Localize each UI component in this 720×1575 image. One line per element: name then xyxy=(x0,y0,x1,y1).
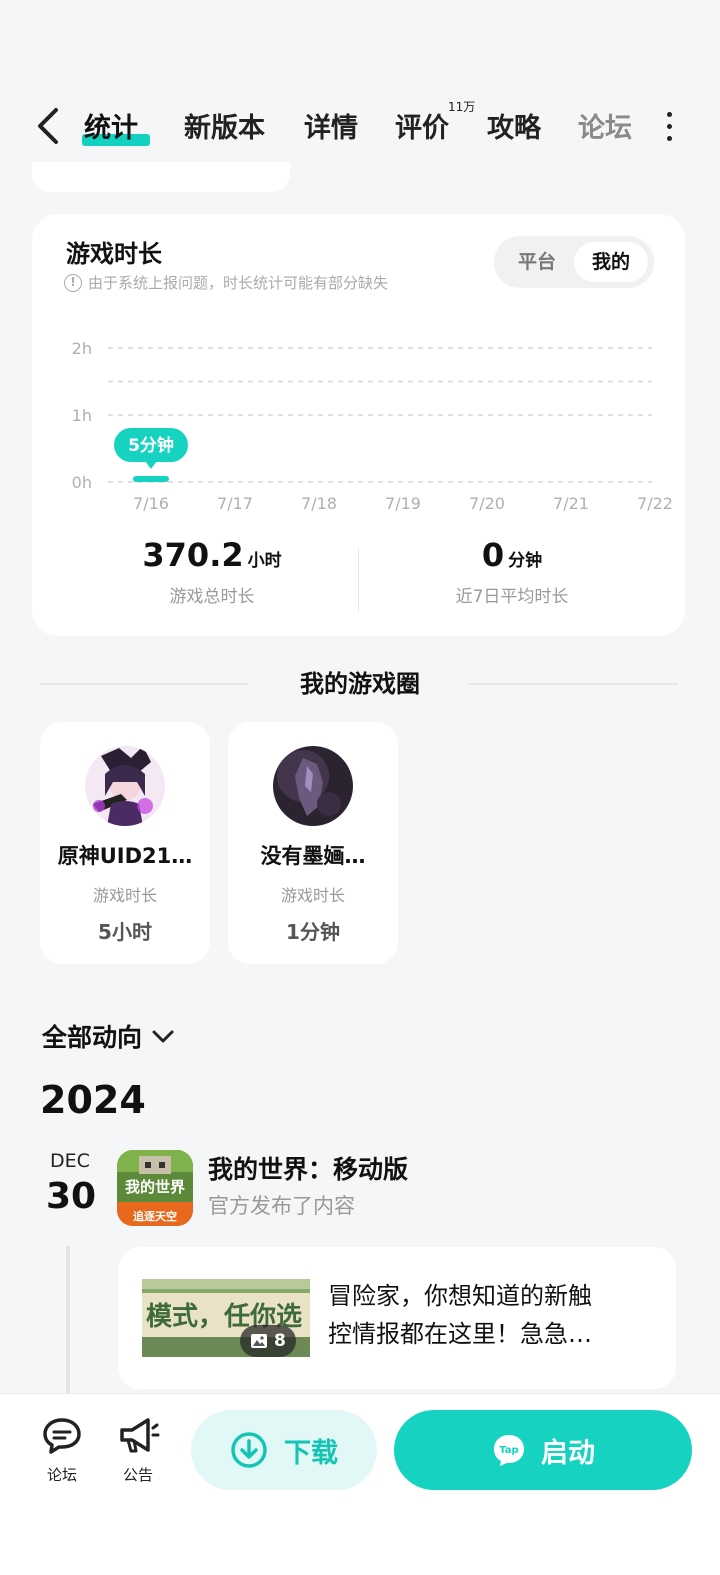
feed-subtitle: 官方发布了内容 xyxy=(208,1194,355,1218)
total-playtime-label: 游戏总时长 xyxy=(169,587,255,607)
playtime-card: 游戏时长 ! 由于系统上报问题，时长统计可能有部分缺失 平台 我的 0h 1h 2h… xyxy=(32,214,685,636)
x-tick-label: 7/21 xyxy=(553,494,589,513)
post-text-line: 冒险家，你想知道的新触 xyxy=(328,1282,592,1310)
segment-mine[interactable]: 我的 xyxy=(574,242,648,282)
download-icon xyxy=(231,1432,267,1468)
circle-name: 原神UID21… xyxy=(57,844,193,868)
segment-platform[interactable]: 平台 xyxy=(500,242,574,282)
circle-playtime-value: 1分钟 xyxy=(286,920,340,944)
tab-guides[interactable]: 攻略 xyxy=(487,106,541,145)
forum-button[interactable]: 论坛 xyxy=(32,1416,92,1485)
x-tick-label: 7/20 xyxy=(469,494,505,513)
avg-playtime-value: 0 xyxy=(481,536,505,574)
circle-playtime-label: 游戏时长 xyxy=(92,886,157,905)
stat-divider xyxy=(358,548,359,612)
circle-card[interactable]: 没有墨婳… 游戏时长 1分钟 xyxy=(228,722,398,964)
chevron-down-icon xyxy=(152,1030,174,1043)
back-arrow-icon[interactable] xyxy=(32,106,64,146)
playtime-note: ! 由于系统上报问题，时长统计可能有部分缺失 xyxy=(64,272,388,293)
tab-new-version[interactable]: 新版本 xyxy=(184,106,265,145)
feed-game-title[interactable]: 我的世界：移动版 xyxy=(208,1150,408,1186)
more-menu-icon[interactable] xyxy=(660,112,678,144)
game-circle-header: 我的游戏圈 xyxy=(0,664,720,700)
avatar xyxy=(273,746,353,826)
y-tick-label: 0h xyxy=(72,473,92,492)
previous-card-edge xyxy=(32,162,290,192)
playtime-title: 游戏时长 xyxy=(66,240,162,268)
bar xyxy=(133,476,169,482)
tab-details[interactable]: 详情 xyxy=(304,106,358,145)
game-app-icon[interactable]: 我的世界 追逐天空 xyxy=(117,1150,193,1226)
app-icon-title: 我的世界 xyxy=(125,1178,185,1196)
megaphone-icon xyxy=(120,1418,160,1453)
reviews-count-badge: 11万 xyxy=(448,100,476,114)
bottom-action-bar: 论坛 公告 下载 Tap 启动 xyxy=(0,1393,720,1575)
image-count-badge: 8 xyxy=(240,1325,296,1357)
total-playtime-unit: 小时 xyxy=(247,551,282,571)
post-text: 冒险家，你想知道的新触 控情报都在这里！急急… xyxy=(328,1277,648,1353)
image-icon xyxy=(251,1334,267,1348)
avatar xyxy=(85,746,165,826)
circle-playtime-value: 5小时 xyxy=(98,920,152,944)
activity-filter-dropdown[interactable]: 全部动向 xyxy=(42,1018,176,1054)
feed-day: 30 xyxy=(46,1176,97,1217)
feed-year: 2024 xyxy=(40,1078,146,1122)
app-icon-subtitle: 追逐天空 xyxy=(133,1209,177,1223)
launch-button[interactable]: Tap 启动 xyxy=(394,1410,692,1490)
source-segmented-control: 平台 我的 xyxy=(494,236,654,288)
chat-bubble-icon xyxy=(43,1418,81,1454)
data-label: 5分钟 xyxy=(128,435,174,456)
download-label: 下载 xyxy=(284,1437,338,1469)
data-label-pointer xyxy=(145,461,157,469)
x-tick-label: 7/22 xyxy=(637,494,673,513)
tab-stats[interactable]: 统计 xyxy=(84,106,138,145)
avg-playtime-stat: 0 分钟 近7日平均时长 xyxy=(432,536,592,607)
x-tick-label: 7/16 xyxy=(133,494,169,513)
forum-label: 论坛 xyxy=(46,1466,77,1484)
circle-name: 没有墨婳… xyxy=(260,844,366,868)
launch-label: 启动 xyxy=(541,1437,595,1469)
top-nav: 统计 新版本 详情 评价 11万 攻略 论坛 xyxy=(0,88,720,158)
circle-playtime-label: 游戏时长 xyxy=(280,886,345,905)
notice-label: 公告 xyxy=(122,1466,153,1484)
post-text-line: 控情报都在这里！急急… xyxy=(328,1320,592,1348)
tab-reviews[interactable]: 评价 xyxy=(395,106,449,145)
timeline-line xyxy=(66,1246,70,1394)
activity-filter-label: 全部动向 xyxy=(42,1023,143,1052)
svg-text:Tap: Tap xyxy=(499,1445,518,1456)
taptap-logo-icon: Tap xyxy=(494,1435,524,1466)
notice-button[interactable]: 公告 xyxy=(108,1416,168,1485)
total-playtime-value: 370.2 xyxy=(142,536,244,574)
post-thumbnail[interactable]: 模式，任你选 8 xyxy=(142,1279,310,1357)
feed-month: DEC xyxy=(50,1150,90,1172)
tab-forum[interactable]: 论坛 xyxy=(578,106,632,145)
image-count: 8 xyxy=(274,1331,286,1351)
x-tick-label: 7/17 xyxy=(217,494,253,513)
y-tick-label: 1h xyxy=(72,406,92,425)
playtime-chart: 0h 1h 2h 7/16 5分钟 7/17 7/18 7/19 7/20 7/21 7/22 xyxy=(72,339,673,513)
download-button[interactable]: 下载 xyxy=(191,1410,377,1490)
y-tick-label: 2h xyxy=(72,339,92,358)
total-playtime-stat: 370.2 小时 游戏总时长 xyxy=(132,536,292,607)
x-tick-label: 7/18 xyxy=(301,494,337,513)
info-icon: ! xyxy=(64,273,82,292)
feed-post-card[interactable]: 模式，任你选 8 冒险家，你想知道的新触 控情报都在这里！急急… xyxy=(118,1247,676,1389)
avg-playtime-label: 近7日平均时长 xyxy=(455,587,569,607)
playtime-note-text: 由于系统上报问题，时长统计可能有部分缺失 xyxy=(88,274,389,292)
circle-card[interactable]: 原神UID21… 游戏时长 5小时 xyxy=(40,722,210,964)
avg-playtime-unit: 分钟 xyxy=(508,551,543,571)
x-tick-label: 7/19 xyxy=(385,494,421,513)
game-circle-title: 我的游戏圈 xyxy=(300,670,420,698)
